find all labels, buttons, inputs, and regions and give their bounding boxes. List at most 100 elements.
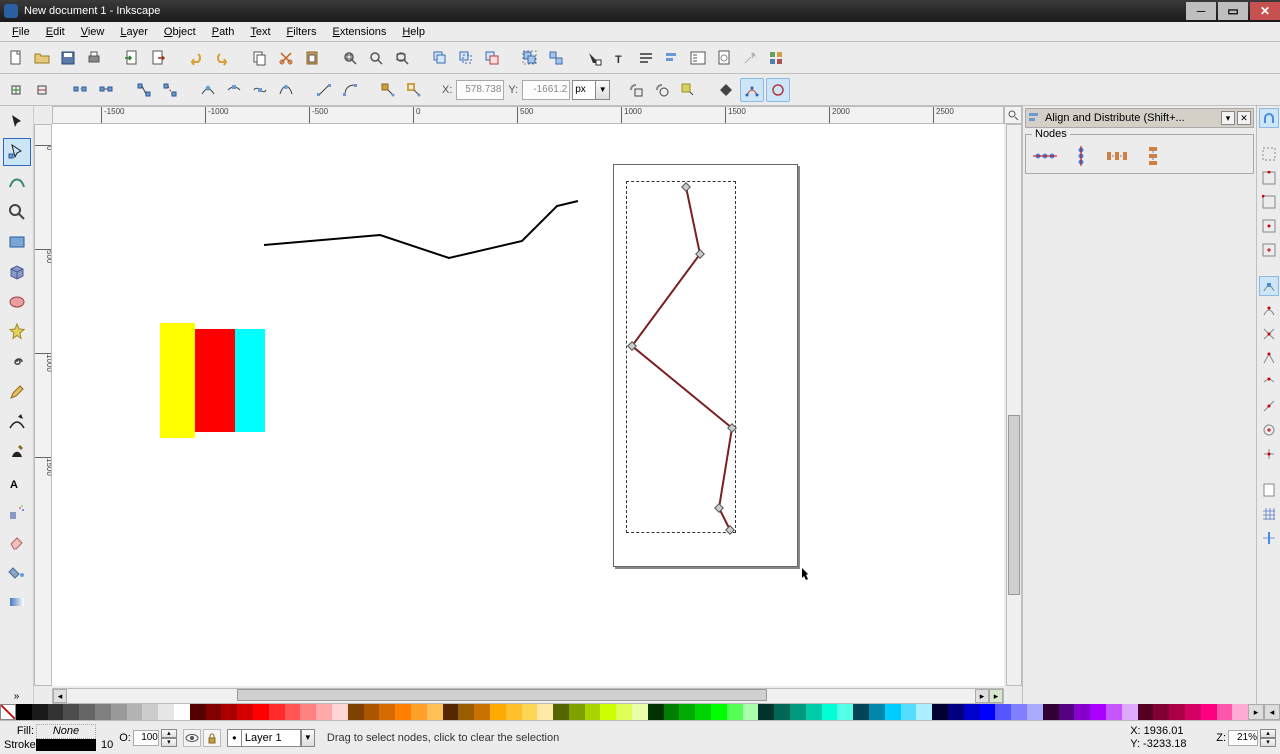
fill-value[interactable]: None: [36, 724, 96, 738]
snap-page-border-button[interactable]: [1259, 480, 1279, 500]
color-swatch[interactable]: [743, 704, 759, 720]
menu-filters[interactable]: Filters: [279, 24, 325, 40]
layer-lock-toggle[interactable]: [203, 729, 221, 747]
zoom-input[interactable]: [1228, 730, 1258, 746]
opacity-down[interactable]: ▾: [161, 738, 177, 747]
layer-visibility-toggle[interactable]: [183, 729, 201, 747]
palette-scroll-right[interactable]: ▸: [1248, 704, 1264, 720]
join-segment-button[interactable]: [132, 78, 156, 102]
snap-guide-button[interactable]: [1259, 528, 1279, 548]
color-swatch[interactable]: [127, 704, 143, 720]
color-swatch[interactable]: [300, 704, 316, 720]
color-swatch[interactable]: [506, 704, 522, 720]
show-transform-handles-button[interactable]: [714, 78, 738, 102]
zoom-up[interactable]: ▴: [1260, 729, 1276, 738]
snap-nodes-button[interactable]: [1259, 276, 1279, 296]
calligraphy-tool[interactable]: [3, 438, 31, 466]
hscroll-autoscroll[interactable]: ▸: [989, 689, 1003, 703]
color-swatch[interactable]: [316, 704, 332, 720]
zoom-down[interactable]: ▾: [1260, 738, 1276, 747]
color-swatch[interactable]: [727, 704, 743, 720]
undo-button[interactable]: [184, 46, 208, 70]
color-swatch[interactable]: [522, 704, 538, 720]
color-swatch[interactable]: [427, 704, 443, 720]
color-swatch[interactable]: [711, 704, 727, 720]
opacity-up[interactable]: ▴: [161, 729, 177, 738]
color-swatch[interactable]: [158, 704, 174, 720]
rectangle-tool[interactable]: [3, 228, 31, 256]
preferences-button[interactable]: [686, 46, 710, 70]
color-swatch[interactable]: [948, 704, 964, 720]
color-swatch[interactable]: [1106, 704, 1122, 720]
color-swatch[interactable]: [679, 704, 695, 720]
snap-path-button[interactable]: [1259, 300, 1279, 320]
snap-bbox-center-button[interactable]: [1259, 240, 1279, 260]
menu-layer[interactable]: Layer: [112, 24, 156, 40]
duplicate-button[interactable]: [428, 46, 452, 70]
color-swatch[interactable]: [1217, 704, 1233, 720]
line-segment-button[interactable]: [312, 78, 336, 102]
align-dialog-button[interactable]: [660, 46, 684, 70]
toolbox-expand[interactable]: »: [3, 688, 31, 704]
color-swatch[interactable]: [48, 704, 64, 720]
zoom-drawing-button[interactable]: [364, 46, 388, 70]
color-swatch[interactable]: [16, 704, 32, 720]
auto-node-button[interactable]: [274, 78, 298, 102]
join-nodes-button[interactable]: [94, 78, 118, 102]
color-swatch[interactable]: [206, 704, 222, 720]
insert-node-button[interactable]: [4, 78, 28, 102]
color-swatch[interactable]: [790, 704, 806, 720]
color-swatch[interactable]: [332, 704, 348, 720]
y-coord-input[interactable]: [522, 80, 570, 100]
hscrollbar[interactable]: ◂ ▸ ▸: [52, 688, 1004, 704]
unit-dropdown[interactable]: ▼: [595, 81, 609, 99]
show-handles-button[interactable]: [740, 78, 764, 102]
delete-node-button[interactable]: [30, 78, 54, 102]
menu-path[interactable]: Path: [204, 24, 243, 40]
color-swatch[interactable]: [411, 704, 427, 720]
panel-close-button[interactable]: ✕: [1237, 111, 1251, 125]
tools-button[interactable]: [738, 46, 762, 70]
color-swatch[interactable]: [1011, 704, 1027, 720]
selector-tool[interactable]: [3, 108, 31, 136]
color-swatch[interactable]: [995, 704, 1011, 720]
color-swatch[interactable]: [1043, 704, 1059, 720]
color-swatch[interactable]: [458, 704, 474, 720]
print-button[interactable]: [82, 46, 106, 70]
color-swatch[interactable]: [664, 704, 680, 720]
xml-editor-button[interactable]: [634, 46, 658, 70]
group-button[interactable]: [518, 46, 542, 70]
color-swatch[interactable]: [537, 704, 553, 720]
color-swatch[interactable]: [569, 704, 585, 720]
canvas[interactable]: [52, 124, 1004, 686]
color-swatch[interactable]: [822, 704, 838, 720]
bezier-tool[interactable]: [3, 408, 31, 436]
snap-cusp-button[interactable]: [1259, 348, 1279, 368]
color-swatch[interactable]: [285, 704, 301, 720]
no-color-swatch[interactable]: [0, 704, 16, 720]
color-swatch[interactable]: [806, 704, 822, 720]
bucket-tool[interactable]: [3, 558, 31, 586]
horizontal-ruler[interactable]: -1500 -1000 -500 0 500 1000 1500 2000 25…: [52, 106, 1004, 124]
vertical-ruler[interactable]: 0 500 1000 1500: [34, 124, 52, 686]
hscroll-right[interactable]: ▸: [975, 689, 989, 703]
color-swatch[interactable]: [980, 704, 996, 720]
snap-intersection-button[interactable]: [1259, 324, 1279, 344]
snap-enable-button[interactable]: [1259, 108, 1279, 128]
next-path-effect-button[interactable]: [676, 78, 700, 102]
color-swatch[interactable]: [774, 704, 790, 720]
save-file-button[interactable]: [56, 46, 80, 70]
menu-text[interactable]: Text: [242, 24, 278, 40]
clone-button[interactable]: [454, 46, 478, 70]
curve-segment-button[interactable]: [338, 78, 362, 102]
color-swatch[interactable]: [1169, 704, 1185, 720]
color-swatch[interactable]: [695, 704, 711, 720]
color-swatch[interactable]: [395, 704, 411, 720]
zoom-tool[interactable]: [3, 198, 31, 226]
edit-clip-button[interactable]: [624, 78, 648, 102]
export-button[interactable]: [146, 46, 170, 70]
unit-input[interactable]: [573, 84, 595, 95]
color-swatch[interactable]: [237, 704, 253, 720]
ellipse-tool[interactable]: [3, 288, 31, 316]
spiral-tool[interactable]: [3, 348, 31, 376]
